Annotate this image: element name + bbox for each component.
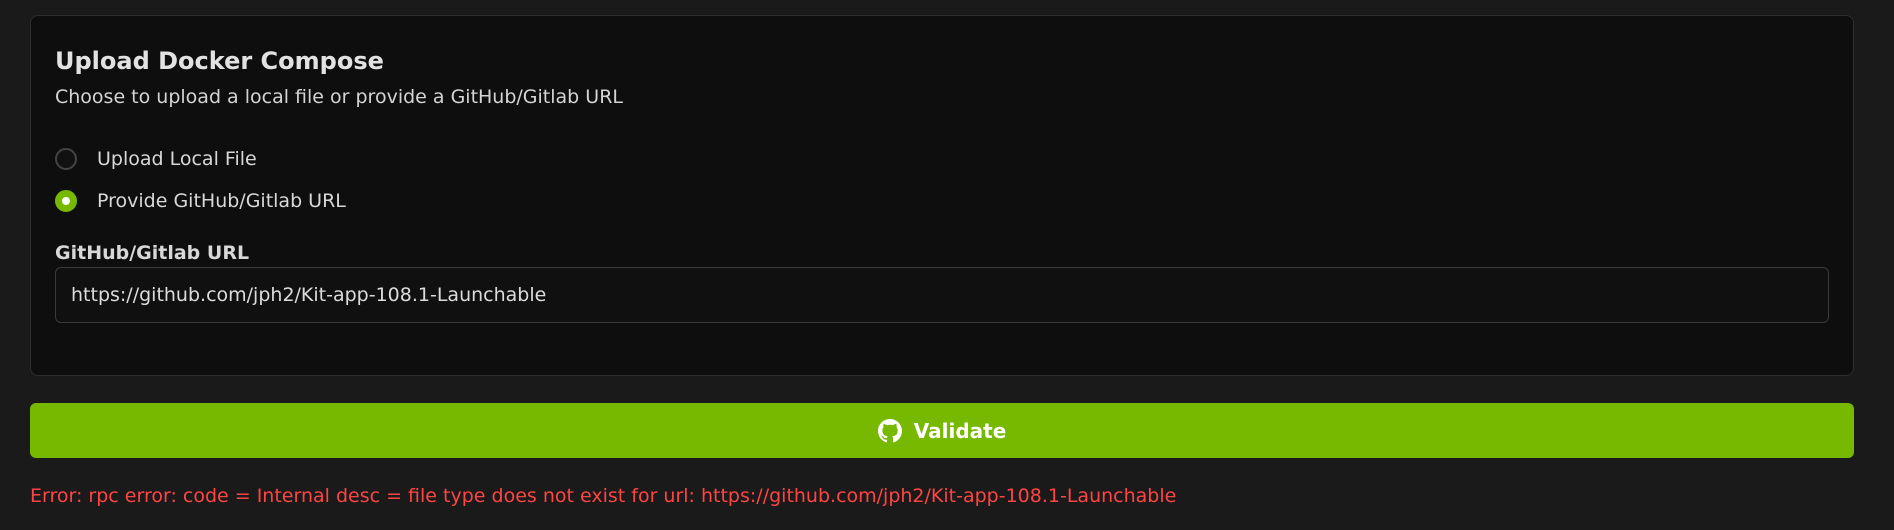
- upload-docker-compose-card: Upload Docker Compose Choose to upload a…: [30, 15, 1854, 376]
- radio-label: Provide GitHub/Gitlab URL: [97, 190, 346, 212]
- radio-provide-url[interactable]: Provide GitHub/Gitlab URL: [55, 187, 346, 215]
- url-input[interactable]: [55, 267, 1829, 323]
- github-icon: [877, 418, 902, 443]
- radio-button-checked[interactable]: [55, 190, 77, 212]
- radio-button-unchecked[interactable]: [55, 148, 77, 170]
- url-field-label: GitHub/Gitlab URL: [55, 242, 250, 264]
- error-message: Error: rpc error: code = Internal desc =…: [30, 485, 1177, 507]
- card-title: Upload Docker Compose: [55, 47, 384, 75]
- radio-upload-local-file[interactable]: Upload Local File: [55, 145, 257, 173]
- validate-button[interactable]: Validate: [30, 403, 1854, 458]
- validate-button-label: Validate: [913, 418, 1007, 443]
- card-subtitle: Choose to upload a local file or provide…: [55, 86, 623, 108]
- radio-label: Upload Local File: [97, 148, 257, 170]
